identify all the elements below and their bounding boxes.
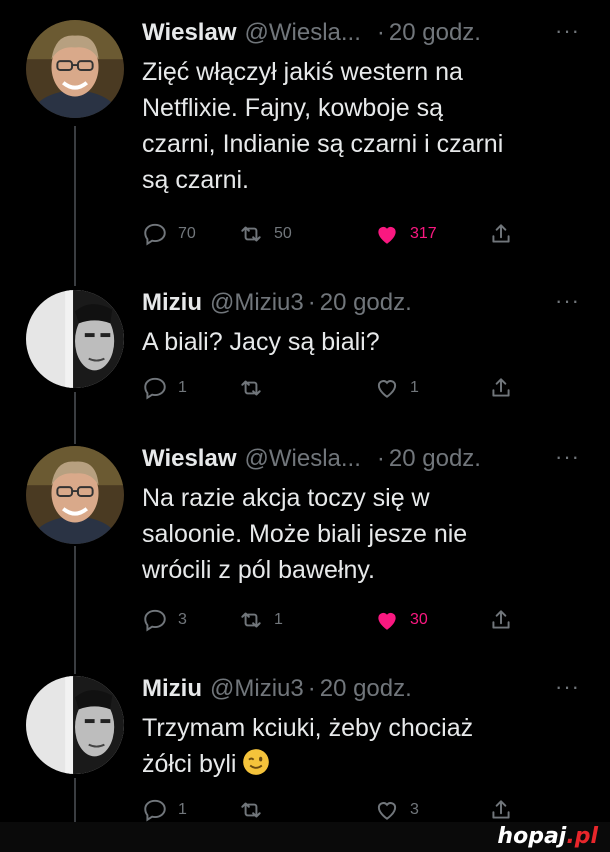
tweet-text: Trzymam kciuki, żeby chociaż żółci byli (142, 710, 580, 782)
tweet-actions: 1 1 (142, 372, 580, 404)
reply-count: 3 (178, 611, 187, 628)
watermark-brand: hopaj (497, 824, 567, 849)
separator: · (376, 445, 385, 472)
reply-button[interactable]: 70 (142, 221, 196, 247)
winking-face-emoji-icon (243, 749, 270, 775)
thread-line (74, 546, 76, 674)
tweet-text: Na razie akcja toczy się w saloonie. Moż… (142, 484, 468, 584)
display-name[interactable]: Miziu (142, 288, 202, 318)
tweet-actions: 1 3 (142, 798, 580, 822)
retweet-button[interactable] (238, 375, 274, 401)
tweet-meta: Wieslaw @Wiesla... · 20 godz. (142, 18, 580, 48)
heart-filled-icon (378, 612, 396, 630)
more-options-icon[interactable]: ··· (555, 444, 580, 470)
like-count: 1 (410, 379, 419, 396)
separator: · (376, 19, 385, 46)
share-button[interactable] (488, 375, 524, 401)
share-icon (492, 610, 510, 629)
share-button[interactable] (488, 607, 524, 633)
display-name[interactable]: Wieslaw (142, 18, 237, 48)
thread-line (74, 778, 76, 822)
like-button[interactable]: 30 (374, 607, 428, 633)
separator: · (307, 675, 316, 702)
retweet-icon (241, 612, 261, 628)
share-icon (492, 800, 510, 819)
retweet-icon (241, 380, 261, 396)
heart-outline-icon (377, 802, 397, 820)
share-icon (492, 378, 510, 397)
reply-icon (144, 223, 166, 246)
reply-icon (144, 609, 166, 632)
avatar[interactable] (26, 290, 124, 388)
timestamp[interactable]: 20 godz. (320, 674, 412, 704)
user-handle[interactable]: @Miziu3 (210, 288, 304, 318)
timestamp[interactable]: 20 godz. (389, 444, 481, 474)
like-count: 317 (410, 225, 437, 242)
reply-count: 1 (178, 801, 187, 818)
avatar-bw-portrait-image (26, 290, 124, 388)
timestamp[interactable]: 20 godz. (320, 288, 412, 318)
share-button[interactable] (488, 221, 524, 247)
user-handle[interactable]: @Wiesla... (245, 18, 361, 48)
avatar[interactable] (26, 20, 124, 118)
avatar-man-glasses-image (26, 446, 124, 544)
retweet-icon (241, 226, 261, 242)
reply-button[interactable]: 1 (142, 798, 187, 822)
tweet-actions: 70 50 317 (142, 218, 580, 250)
reply-icon (144, 799, 166, 822)
watermark-logo: hopaj.pl (497, 824, 598, 849)
avatar-bw-portrait-image (26, 676, 124, 774)
avatar-man-glasses-image (26, 20, 124, 118)
separator: · (307, 289, 316, 316)
tweet-meta: Miziu @Miziu3 · 20 godz. (142, 288, 580, 318)
retweet-button[interactable] (238, 798, 274, 822)
like-button[interactable]: 1 (374, 375, 419, 401)
more-options-icon[interactable]: ··· (555, 288, 580, 314)
user-handle[interactable]: @Wiesla... (245, 444, 361, 474)
avatar[interactable] (26, 446, 124, 544)
thread-line (74, 392, 76, 444)
retweet-button[interactable]: 1 (238, 607, 283, 633)
tweet-meta: Wieslaw @Wiesla... · 20 godz. (142, 444, 580, 474)
thread-line (74, 126, 76, 286)
more-options-icon[interactable]: ··· (555, 18, 580, 44)
reply-count: 70 (178, 225, 196, 242)
retweet-count: 50 (274, 225, 292, 242)
tweet-text-content: Trzymam kciuki, żeby chociaż żółci byli (142, 714, 474, 778)
timestamp[interactable]: 20 godz. (389, 18, 481, 48)
share-icon (492, 224, 510, 243)
tweet-text: A biali? Jacy są biali? (142, 328, 380, 356)
tweet-meta: Miziu @Miziu3 · 20 godz. (142, 674, 580, 704)
like-count: 30 (410, 611, 428, 628)
avatar[interactable] (26, 676, 124, 774)
display-name[interactable]: Wieslaw (142, 444, 237, 474)
share-button[interactable] (488, 798, 524, 822)
reply-count: 1 (178, 379, 187, 396)
retweet-count: 1 (274, 611, 283, 628)
like-button[interactable]: 3 (374, 798, 419, 822)
tweet-text: Zięć włączył jakiś western na Netflixie.… (142, 58, 504, 194)
like-button[interactable]: 317 (374, 221, 437, 247)
reply-icon (144, 377, 166, 400)
user-handle[interactable]: @Miziu3 (210, 674, 304, 704)
watermark-suffix: .pl (566, 824, 598, 849)
more-options-icon[interactable]: ··· (555, 674, 580, 700)
reply-button[interactable]: 3 (142, 607, 187, 633)
reply-button[interactable]: 1 (142, 375, 187, 401)
display-name[interactable]: Miziu (142, 674, 202, 704)
like-count: 3 (410, 801, 419, 818)
heart-outline-icon (377, 380, 397, 398)
heart-filled-icon (378, 226, 396, 244)
watermark-bar: hopaj.pl (0, 822, 610, 852)
retweet-icon (241, 802, 261, 818)
retweet-button[interactable]: 50 (238, 221, 292, 247)
tweet-actions: 3 1 30 (142, 604, 580, 636)
